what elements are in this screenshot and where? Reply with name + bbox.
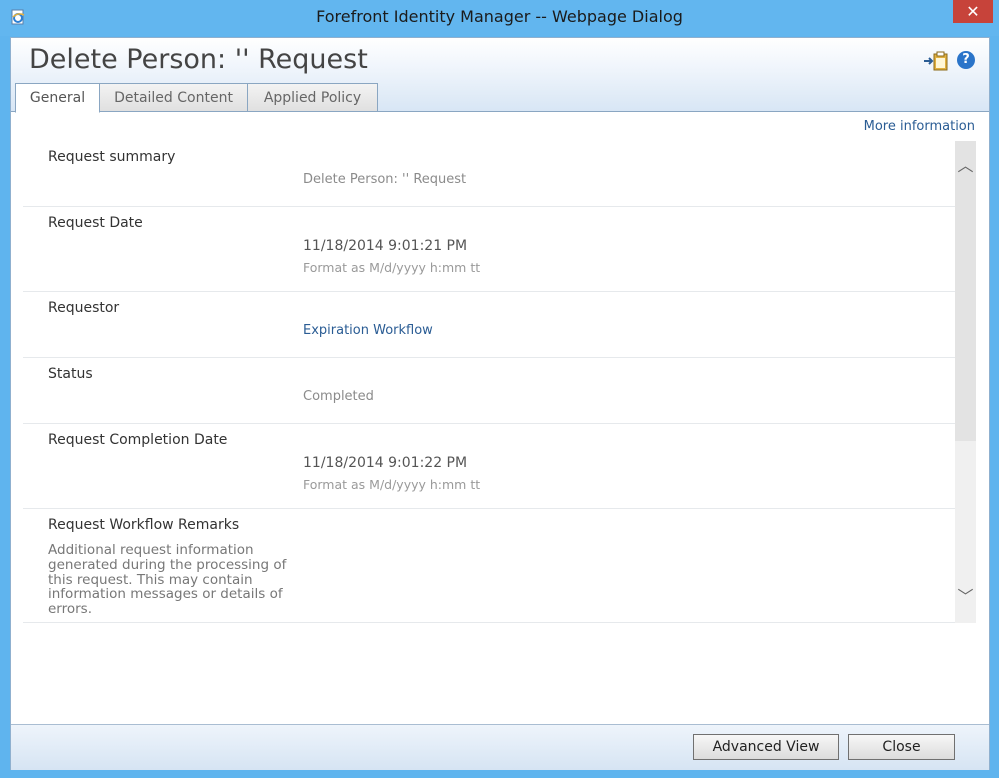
workflow-remarks-description: Additional request information generated… — [48, 542, 287, 618]
export-clipboard-icon[interactable] — [923, 51, 949, 71]
requestor-label: Requestor — [48, 300, 120, 316]
close-button[interactable]: Close — [848, 734, 955, 760]
row-workflow-remarks: Request Workflow Remarks Additional requ… — [23, 509, 955, 623]
more-information-link[interactable]: More information — [864, 119, 975, 134]
row-request-summary: Request summary Delete Person: '' Reques… — [23, 141, 955, 207]
window-close-button[interactable]: ✕ — [953, 0, 993, 23]
completion-date-format-hint: Format as M/d/yyyy h:mm tt — [303, 477, 481, 492]
dialog-header: Delete Person: '' Request ? General Deta… — [11, 38, 989, 113]
request-date-value: 11/18/2014 9:01:21 PM — [303, 238, 468, 254]
row-completion-date: Request Completion Date 11/18/2014 9:01:… — [23, 424, 955, 509]
window-title: Forefront Identity Manager -- Webpage Di… — [316, 7, 683, 26]
dialog-client: Delete Person: '' Request ? General Deta… — [10, 37, 990, 770]
scroll-up-arrow-icon[interactable]: ︿ — [955, 156, 976, 176]
scrollbar-thumb[interactable] — [955, 141, 976, 441]
scroll-down-arrow-icon[interactable]: ﹀ — [955, 587, 976, 607]
advanced-view-button[interactable]: Advanced View — [693, 734, 839, 760]
tab-applied-policy[interactable]: Applied Policy — [247, 83, 378, 112]
row-request-date: Request Date 11/18/2014 9:01:21 PM Forma… — [23, 207, 955, 292]
completion-date-label: Request Completion Date — [48, 432, 228, 448]
vertical-scrollbar[interactable]: ︿ ﹀ — [955, 141, 976, 623]
completion-date-value: 11/18/2014 9:01:22 PM — [303, 455, 468, 471]
status-value: Completed — [303, 389, 374, 404]
status-label: Status — [48, 366, 93, 382]
tab-bar: General Detailed Content Applied Policy — [11, 83, 989, 113]
requestor-link[interactable]: Expiration Workflow — [303, 323, 433, 338]
row-requestor: Requestor Expiration Workflow — [23, 292, 955, 358]
row-status: Status Completed — [23, 358, 955, 424]
request-summary-label: Request summary — [48, 149, 176, 165]
page-title: Delete Person: '' Request — [29, 44, 368, 75]
help-icon[interactable]: ? — [957, 51, 975, 69]
tab-detailed-content[interactable]: Detailed Content — [99, 83, 248, 112]
request-date-label: Request Date — [48, 215, 143, 231]
tab-general[interactable]: General — [15, 83, 100, 113]
dialog-footer: Advanced View Close — [11, 724, 989, 770]
workflow-remarks-label: Request Workflow Remarks — [48, 517, 240, 533]
request-summary-value: Delete Person: '' Request — [303, 172, 467, 187]
window-titlebar: Forefront Identity Manager -- Webpage Di… — [0, 0, 999, 36]
request-details: Request summary Delete Person: '' Reques… — [23, 141, 955, 623]
request-date-format-hint: Format as M/d/yyyy h:mm tt — [303, 260, 481, 275]
